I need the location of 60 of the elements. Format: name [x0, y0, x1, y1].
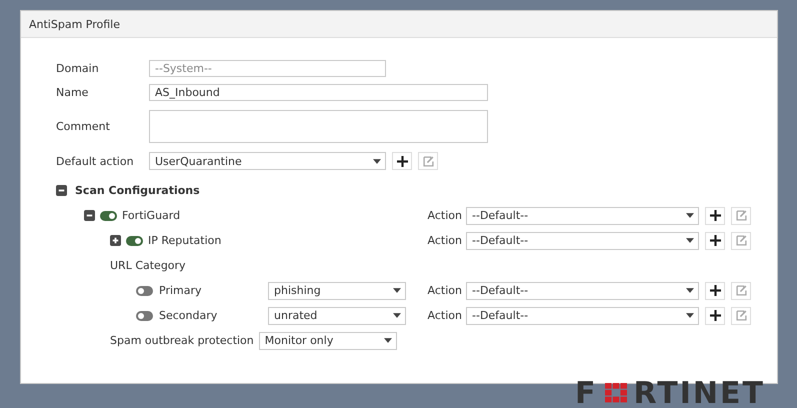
edit-icon [736, 310, 746, 321]
text-field[interactable]: --System-- [149, 60, 386, 76]
edit-icon [422, 156, 434, 166]
dropdown[interactable]: phishing [268, 282, 406, 300]
dropdown[interactable]: --Default-- [466, 206, 699, 224]
group-label: URL Category [110, 259, 186, 272]
plus-icon [396, 156, 408, 166]
option-label: Spam outbreak protection [110, 334, 254, 347]
caret-icon [686, 288, 694, 293]
caret-icon [686, 213, 694, 218]
plus-icon [111, 236, 120, 245]
section-title: Scan Configurations [75, 184, 200, 196]
logo-text: RTINET [634, 380, 765, 408]
caret-icon [393, 288, 401, 293]
field-label: Domain [56, 62, 100, 74]
dropdown[interactable]: Monitor only [258, 332, 397, 350]
option-label: IP Reputation [148, 234, 222, 247]
dropdown[interactable]: --Default-- [466, 232, 699, 250]
dropdown[interactable]: --Default-- [466, 282, 699, 300]
add-button[interactable] [705, 282, 725, 300]
add-button[interactable] [705, 206, 725, 224]
option-label: Primary [159, 284, 203, 297]
add-button[interactable] [705, 306, 725, 324]
expander-button[interactable] [110, 235, 121, 246]
toggle-switch[interactable] [136, 310, 153, 320]
plus-icon [710, 210, 720, 221]
comment-field[interactable] [149, 110, 488, 143]
field-label: Default action [56, 154, 135, 168]
toggle-switch[interactable] [126, 236, 143, 246]
toggle-switch[interactable] [136, 286, 153, 296]
edit-icon [736, 210, 746, 221]
field-label: Comment [56, 120, 111, 133]
toggle-switch[interactable] [100, 210, 117, 220]
panel-title: AntiSpam Profile [29, 18, 120, 30]
dropdown[interactable]: unrated [268, 306, 406, 324]
edit-icon [736, 285, 746, 296]
caret-icon [384, 338, 392, 343]
field-label: Action [428, 209, 462, 222]
option-label: Secondary [159, 309, 218, 322]
field-label: Name [56, 86, 90, 98]
caret-icon [393, 313, 401, 318]
field-label: Action [428, 309, 462, 322]
plus-icon [710, 310, 720, 321]
plus-icon [710, 285, 720, 296]
caret-icon [686, 238, 694, 243]
add-button[interactable] [705, 232, 725, 250]
logo-text: F [575, 380, 598, 408]
expander-button[interactable] [56, 184, 67, 196]
plus-icon [710, 235, 720, 246]
field-label: Action [428, 234, 462, 247]
expander-button[interactable] [84, 210, 95, 221]
text-field[interactable]: AS_Inbound [149, 84, 488, 100]
field-label: Action [428, 284, 462, 297]
dropdown[interactable]: UserQuarantine [149, 152, 386, 170]
caret-icon [686, 313, 694, 318]
dropdown[interactable]: --Default-- [466, 306, 699, 324]
option-label: FortiGuard [122, 209, 180, 222]
add-button[interactable] [392, 152, 412, 170]
edit-icon [736, 235, 746, 246]
caret-icon [373, 158, 381, 164]
